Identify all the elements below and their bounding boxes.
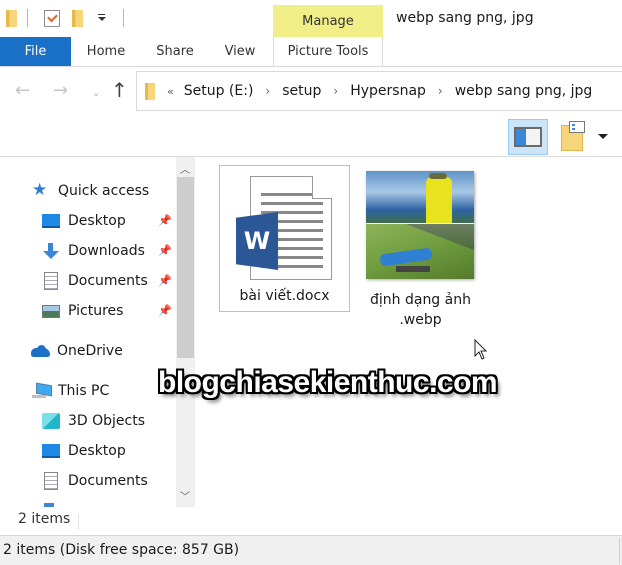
breadcrumb-item[interactable]: Setup (E:) — [184, 83, 254, 99]
sidebar-item-label: 3D Objects — [68, 413, 146, 429]
sidebar-item-onedrive[interactable]: OneDrive — [31, 339, 123, 363]
chevron-right-icon[interactable]: › — [438, 84, 443, 98]
sidebar-item-documents[interactable]: Documents — [42, 269, 148, 293]
sidebar-item-pictures[interactable]: Pictures — [42, 299, 123, 323]
desktop-icon — [42, 444, 60, 458]
image-thumbnail — [366, 171, 474, 279]
item-count: 2 items — [18, 511, 71, 527]
pin-icon[interactable]: 📌 — [158, 304, 172, 317]
pin-icon[interactable]: 📌 — [158, 214, 172, 227]
mouse-cursor-icon — [474, 339, 488, 360]
word-icon: W — [236, 212, 278, 270]
tab-home[interactable]: Home — [76, 37, 136, 66]
sidebar-item-documents-pc[interactable]: Documents — [42, 469, 148, 493]
file-name: bài viết.docx — [239, 288, 330, 304]
file-list: W bài viết.docx định dạng ảnh .webp — [198, 157, 622, 507]
file-item-docx[interactable]: W bài viết.docx — [219, 165, 350, 312]
folder-icon — [6, 9, 17, 27]
toolbar-divider — [27, 9, 28, 27]
sidebar-item-label: Quick access — [58, 183, 150, 199]
toolbar-divider — [123, 9, 124, 27]
onedrive-icon — [31, 345, 50, 357]
sidebar-item-3d-objects[interactable]: 3D Objects — [42, 409, 145, 433]
customize-dropdown-icon[interactable] — [97, 13, 107, 23]
preview-pane-button[interactable] — [508, 119, 548, 155]
divider — [78, 514, 79, 530]
navigation-pane: Quick access Desktop 📌 Downloads 📌 Docum… — [0, 157, 195, 507]
breadcrumb-item[interactable]: webp sang png, jpg — [455, 83, 593, 99]
quick-access-toolbar — [6, 8, 124, 28]
forward-button[interactable]: → — [53, 81, 68, 101]
tab-file[interactable]: File — [0, 37, 71, 66]
title-bar: Manage webp sang png, jpg — [0, 0, 622, 38]
chevron-right-icon[interactable]: › — [265, 84, 270, 98]
folder-icon — [145, 82, 155, 100]
navigation-bar: ← → ⌄ ↑ « Setup (E:) › setup › Hypersnap… — [0, 67, 622, 117]
star-icon — [32, 180, 50, 200]
address-bar[interactable]: « Setup (E:) › setup › Hypersnap › webp … — [136, 71, 622, 111]
3d-objects-icon — [42, 413, 60, 429]
pin-icon[interactable]: 📌 — [158, 244, 172, 257]
sidebar-item-label: Documents — [68, 473, 148, 489]
sidebar-item-label: This PC — [58, 383, 110, 399]
breadcrumb-item[interactable]: Hypersnap — [350, 83, 426, 99]
recent-locations-button[interactable]: ⌄ — [92, 84, 100, 104]
sidebar-item-label: OneDrive — [57, 343, 123, 359]
sidebar-item-label: Downloads — [68, 243, 145, 259]
documents-icon — [44, 472, 58, 490]
sidebar-item-this-pc[interactable]: This PC — [32, 379, 109, 403]
file-name: định dạng ảnh .webp — [364, 290, 477, 330]
watermark-text: blogchiasekienthuc.com — [158, 366, 498, 399]
file-item-webp[interactable]: định dạng ảnh .webp — [364, 165, 477, 335]
scroll-down-icon[interactable]: ﹀ — [180, 488, 190, 503]
window-title: webp sang png, jpg — [396, 10, 534, 26]
tab-view[interactable]: View — [214, 37, 266, 66]
breadcrumb-item[interactable]: setup — [282, 83, 321, 99]
pictures-icon — [42, 304, 60, 318]
preview-pane-icon — [514, 127, 542, 147]
this-pc-icon — [32, 383, 50, 399]
status-bar: 2 items (Disk free space: 857 GB) — [0, 535, 622, 565]
sidebar-item-label: Desktop — [68, 443, 126, 459]
checklist-icon — [569, 121, 585, 133]
breadcrumb-overflow-icon[interactable]: « — [167, 85, 174, 98]
pin-icon[interactable]: 📌 — [158, 274, 172, 287]
downloads-icon — [44, 503, 54, 507]
sidebar-item-quick-access[interactable]: Quick access — [32, 179, 149, 203]
tab-picture-tools[interactable]: Picture Tools — [273, 37, 383, 66]
folder-options-button[interactable] — [560, 121, 586, 151]
tab-manage[interactable]: Manage — [273, 5, 383, 38]
sidebar-item-desktop-pc[interactable]: Desktop — [42, 439, 126, 463]
ribbon-tabs: File Home Share View Picture Tools — [0, 37, 622, 67]
scrollbar-thumb[interactable] — [177, 177, 194, 358]
tab-share[interactable]: Share — [148, 37, 202, 66]
file-name-line: .webp — [399, 312, 442, 328]
documents-icon — [44, 272, 58, 290]
view-toolbar — [0, 117, 622, 157]
downloads-icon — [42, 243, 60, 259]
scroll-up-icon[interactable]: ︿ — [180, 161, 190, 176]
status-text: 2 items (Disk free space: 857 GB) — [3, 542, 240, 558]
divider — [619, 538, 620, 564]
chevron-down-icon[interactable] — [598, 134, 608, 139]
up-button[interactable]: ↑ — [111, 80, 128, 100]
sidebar-item-label: Documents — [68, 273, 148, 289]
sidebar-item-label: Pictures — [68, 303, 124, 319]
sidebar-item-desktop[interactable]: Desktop — [42, 209, 126, 233]
sidebar-item-label: Desktop — [68, 213, 126, 229]
nav-pane-scrollbar[interactable]: ︿ ﹀ — [176, 157, 195, 507]
file-name-line: định dạng ảnh — [370, 292, 471, 308]
properties-icon[interactable] — [44, 9, 60, 27]
sidebar-item-downloads[interactable]: Downloads — [42, 239, 145, 263]
desktop-icon — [42, 214, 60, 228]
chevron-right-icon[interactable]: › — [333, 84, 338, 98]
back-button[interactable]: ← — [15, 81, 30, 101]
new-folder-icon[interactable] — [72, 9, 83, 27]
page-fold — [312, 176, 332, 199]
